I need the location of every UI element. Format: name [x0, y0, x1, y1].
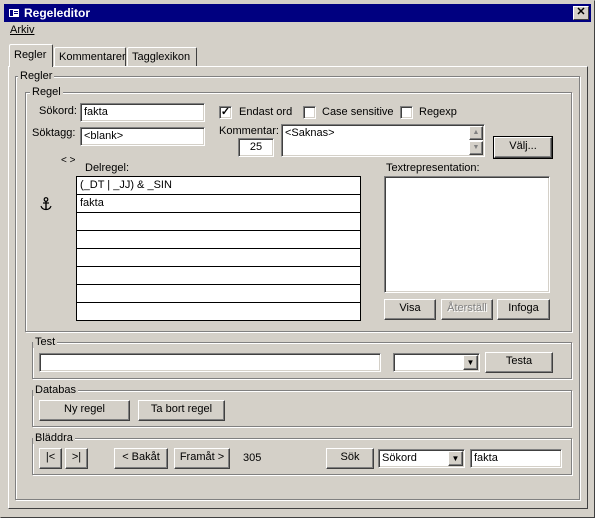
delregel-row[interactable]: (_DT | _JJ) & _SIN [77, 177, 360, 195]
sokord-label: Sökord: [39, 105, 77, 117]
case-sensitive-label: Case sensitive [322, 106, 394, 118]
delregel-row[interactable] [77, 213, 360, 231]
scroll-down-icon[interactable]: ▼ [469, 141, 483, 155]
soktagg-input[interactable]: <blank> [80, 127, 205, 146]
textrep-label: Textrepresentation: [386, 162, 480, 174]
delregel-row[interactable] [77, 285, 360, 303]
kommentar-number-input[interactable]: 25 [238, 138, 274, 157]
dropdown-arrow-icon[interactable]: ▼ [463, 355, 478, 370]
regel-group-label: Regel [30, 86, 63, 98]
search-field-combo[interactable]: Sökord ▼ [378, 449, 465, 468]
regler-group-label: Regler [18, 70, 55, 82]
test-group: Test ▼ Testa [32, 337, 572, 379]
delregel-label: Delregel: [85, 162, 130, 174]
check-mark-icon: ✓ [220, 106, 231, 118]
testa-button[interactable]: Testa [485, 352, 553, 373]
bakat-button[interactable]: < Bakåt [114, 448, 168, 469]
tab-regler[interactable]: Regler [9, 44, 53, 67]
regel-group: Regel Sökord: fakta Söktagg: <blank> ✓ E… [25, 87, 572, 332]
delregel-row[interactable] [77, 267, 360, 285]
regexp-checkbox[interactable] [400, 106, 413, 119]
test-input[interactable] [39, 353, 381, 372]
regler-group: Regler Regel Sökord: fakta Söktagg: <bla… [15, 71, 580, 500]
first-record-button[interactable]: |< [39, 448, 62, 469]
test-group-label: Test [33, 336, 58, 348]
search-field-combo-value: Sökord [382, 452, 417, 464]
search-input[interactable]: fakta [470, 449, 562, 468]
infoga-button[interactable]: Infoga [497, 299, 550, 320]
test-combo[interactable]: ▼ [393, 353, 480, 372]
title-bar[interactable]: Regeleditor ✕ [4, 4, 591, 22]
ta-bort-regel-button[interactable]: Ta bort regel [138, 400, 225, 421]
soktagg-label: Söktagg: [32, 127, 76, 139]
bladdra-group-label: Bläddra [33, 432, 75, 444]
visa-button[interactable]: Visa [384, 299, 436, 320]
menu-arkiv[interactable]: Arkiv [10, 24, 34, 36]
valj-button[interactable]: Välj... [493, 136, 553, 159]
aterstall-button[interactable]: Återställ [441, 299, 493, 320]
endast-ord-label: Endast ord [239, 106, 293, 118]
kommentar-textarea[interactable]: <Saknas> ▲ ▼ [281, 124, 485, 157]
delregel-row[interactable] [77, 231, 360, 249]
close-button[interactable]: ✕ [573, 6, 589, 20]
anchor-icon [40, 197, 52, 211]
delregel-grid[interactable]: (_DT | _JJ) & _SIN fakta [76, 176, 361, 321]
framat-button[interactable]: Framåt > [174, 448, 230, 469]
regeleditor-window: Regeleditor ✕ Arkiv Regler Kommentarer T… [0, 0, 595, 518]
window-title: Regeleditor [24, 6, 91, 20]
delregel-row[interactable] [77, 249, 360, 267]
textrep-textarea[interactable] [384, 176, 550, 293]
kommentar-text: <Saknas> [285, 127, 335, 139]
regler-panel: Regler Regel Sökord: fakta Söktagg: <bla… [8, 66, 588, 509]
bladdra-group: Bläddra |< >| < Bakåt Framåt > 305 Sök S… [32, 433, 572, 475]
dropdown-arrow-icon[interactable]: ▼ [448, 451, 463, 466]
delregel-row[interactable]: fakta [77, 195, 360, 213]
record-counter: 305 [243, 452, 262, 464]
ny-regel-button[interactable]: Ny regel [39, 400, 130, 421]
case-sensitive-checkbox[interactable] [303, 106, 316, 119]
regexp-label: Regexp [419, 106, 457, 118]
tab-tagglexikon[interactable]: Tagglexikon [127, 47, 197, 66]
delregel-row[interactable] [77, 303, 360, 321]
last-record-button[interactable]: >| [65, 448, 88, 469]
arrows-indicator: < > [61, 155, 76, 166]
databas-group: Databas Ny regel Ta bort regel [32, 385, 572, 427]
scroll-up-icon[interactable]: ▲ [469, 126, 483, 140]
databas-group-label: Databas [33, 384, 78, 396]
endast-ord-checkbox[interactable]: ✓ [219, 106, 232, 119]
app-icon [9, 9, 19, 17]
sokord-input[interactable]: fakta [80, 103, 205, 122]
kommentar-label: Kommentar: [219, 125, 279, 137]
sok-button[interactable]: Sök [326, 448, 374, 469]
tab-kommentarer[interactable]: Kommentarer [54, 47, 126, 66]
